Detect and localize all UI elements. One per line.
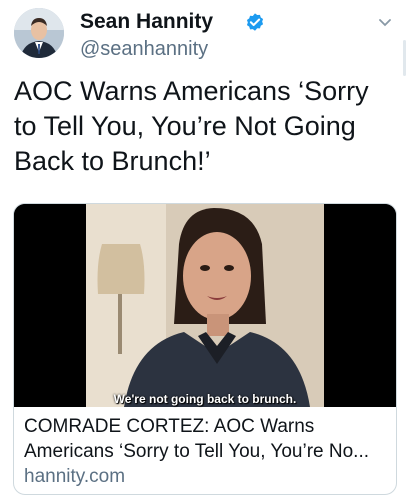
author-handle[interactable]: @seanhannity [80,38,208,61]
video-caption: We're not going back to brunch. [113,392,297,406]
verified-badge-icon [246,13,264,31]
tweet-text-line: AOC Warns Americans ‘Sorry [14,76,369,106]
tweet-text-line: Back to Brunch!’ [14,146,211,176]
chevron-down-icon[interactable] [378,18,392,28]
card-title-line: Americans ‘Sorry to Tell You, You’re No.… [24,441,370,462]
tweet-text-line: to Tell You, You’re Not Going [14,111,356,141]
avatar[interactable] [14,8,64,58]
video-frame [14,204,396,407]
tweet-text: AOC Warns Americans ‘Sorry to Tell You, … [14,74,394,179]
author-name[interactable]: Sean Hannity [80,10,213,34]
scrollbar[interactable] [403,40,406,76]
video-thumbnail[interactable]: We're not going back to brunch. [14,204,396,407]
card-title-line: COMRADE CORTEZ: AOC Warns [24,416,315,437]
link-card[interactable]: We're not going back to brunch. COMRADE … [13,203,397,495]
tweet-header: Sean Hannity @seanhannity [14,8,398,66]
card-domain: hannity.com [24,466,126,487]
card-info: COMRADE CORTEZ: AOC Warns Americans ‘Sor… [24,414,388,490]
